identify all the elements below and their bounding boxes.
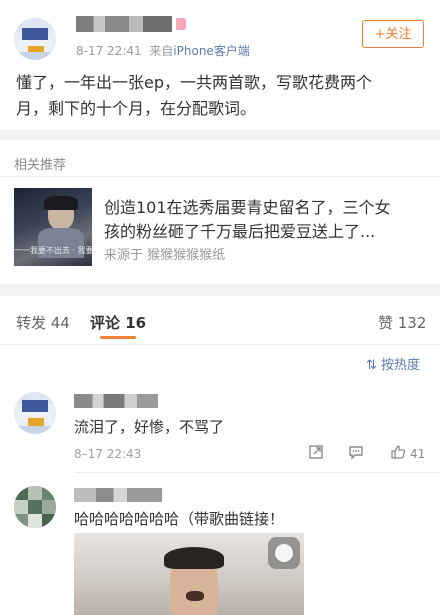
member-badge-icon bbox=[176, 18, 186, 30]
sort-button[interactable]: ⇅ 按热度 bbox=[366, 354, 420, 373]
comment-text: 哈哈哈哈哈哈哈（带歌曲链接！ bbox=[74, 510, 285, 528]
post-content: 懂了，一年出一张ep，一共两首歌，写歌花费两个 月，剩下的十个月，在分配歌词。 bbox=[16, 70, 426, 122]
sort-label: 按热度 bbox=[381, 358, 421, 373]
like-icon[interactable] bbox=[390, 444, 406, 464]
section-divider bbox=[0, 130, 440, 140]
related-thumbnail[interactable]: 一一我要不出去 · 我要刘 bbox=[14, 188, 92, 266]
divider bbox=[74, 472, 440, 473]
like-count: 41 bbox=[410, 447, 426, 461]
comment-text: 流泪了，好惨，不骂了 bbox=[74, 418, 225, 436]
follow-button[interactable]: +关注 bbox=[362, 20, 424, 48]
comment-avatar[interactable] bbox=[14, 392, 56, 434]
post-text-line: 月，剩下的十个月，在分配歌词。 bbox=[16, 99, 257, 118]
post-author-name[interactable] bbox=[76, 16, 172, 32]
section-divider bbox=[0, 284, 440, 296]
related-source: 来源于 猴猴猴猴猴纸 bbox=[104, 248, 226, 263]
post-meta: 8-17 22:41 来自iPhone客户端 bbox=[76, 42, 250, 59]
sort-icon: ⇅ bbox=[366, 358, 377, 373]
post-source[interactable]: iPhone客户端 bbox=[173, 44, 250, 58]
related-section-title: 相关推荐 bbox=[14, 158, 67, 173]
reply-icon[interactable] bbox=[348, 444, 364, 464]
divider bbox=[0, 344, 440, 345]
video-preview[interactable] bbox=[74, 533, 304, 615]
related-title-line[interactable]: 创造101在选秀届要青史留名了，三个女 bbox=[104, 196, 426, 220]
tab-likes[interactable]: 赞 132 bbox=[378, 312, 426, 333]
active-tab-indicator bbox=[100, 336, 136, 339]
related-title-line[interactable]: 孩的粉丝砸了千万最后把爱豆送上了... bbox=[104, 220, 426, 244]
post-author-avatar[interactable] bbox=[14, 18, 56, 60]
thumbnail-caption: 一一我要不出去 · 我要刘 bbox=[14, 246, 92, 255]
divider bbox=[0, 176, 440, 177]
tab-comments[interactable]: 评论 16 bbox=[90, 312, 146, 333]
post-time: 8-17 22:41 bbox=[76, 44, 142, 58]
comment-time: 8–17 22:43 bbox=[74, 447, 142, 461]
tab-repost[interactable]: 转发 44 bbox=[16, 312, 70, 333]
comment-author-name[interactable] bbox=[74, 394, 158, 408]
share-icon[interactable] bbox=[308, 444, 324, 464]
comment-avatar[interactable] bbox=[14, 486, 56, 528]
floating-button-icon[interactable] bbox=[268, 537, 300, 569]
post-text-line: 懂了，一年出一张ep，一共两首歌，写歌花费两个 bbox=[16, 73, 373, 92]
post-source-prefix: 来自 bbox=[149, 44, 174, 58]
comment-author-name[interactable] bbox=[74, 488, 162, 502]
